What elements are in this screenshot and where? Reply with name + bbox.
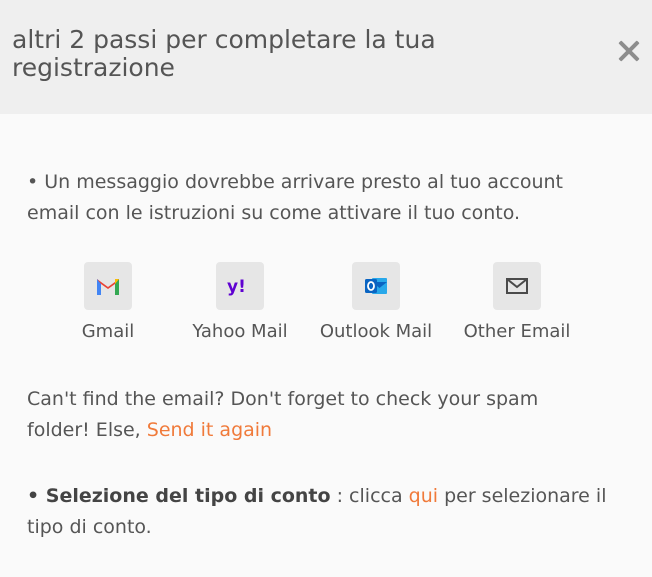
modal-title: altri 2 passi per completare la tua regi…	[12, 25, 436, 82]
yahoo-icon: y!	[216, 262, 264, 310]
send-again-link[interactable]: Send it again	[147, 419, 272, 441]
instruction-message: • Un messaggio dovrebbe arrivare presto …	[27, 171, 563, 224]
yahoo-mail-label: Yahoo Mail	[192, 321, 288, 342]
account-type-bullet: •	[27, 485, 46, 507]
modal-header: altri 2 passi per completare la tua regi…	[0, 0, 652, 114]
registration-modal: altri 2 passi per completare la tua regi…	[0, 0, 652, 577]
yahoo-mail-button[interactable]: y! Yahoo Mail	[170, 262, 310, 343]
other-email-button[interactable]: Other Email	[447, 262, 587, 343]
resend-message: Can't find the email? Don't forget to ch…	[27, 384, 587, 446]
outlook-mail-button[interactable]: Outlook Mail	[306, 262, 446, 343]
resend-text: Can't find the email? Don't forget to ch…	[27, 388, 539, 441]
svg-text:y!: y!	[227, 277, 246, 297]
outlook-icon	[352, 262, 400, 310]
close-icon[interactable]	[612, 34, 646, 68]
other-email-label: Other Email	[463, 321, 571, 342]
gmail-icon	[84, 262, 132, 310]
outlook-mail-label: Outlook Mail	[319, 321, 433, 342]
email-provider-list: Gmail y! Yahoo Mail Outlook Mail Other E…	[0, 262, 652, 352]
gmail-button[interactable]: Gmail	[38, 262, 178, 343]
account-type-message: • Selezione del tipo di conto : clicca q…	[27, 481, 607, 543]
gmail-label: Gmail	[81, 321, 135, 342]
account-type-middle: : clicca	[330, 485, 409, 507]
envelope-icon	[493, 262, 541, 310]
account-type-heading: Selezione del tipo di conto	[45, 485, 331, 507]
select-account-type-link[interactable]: qui	[409, 485, 438, 507]
